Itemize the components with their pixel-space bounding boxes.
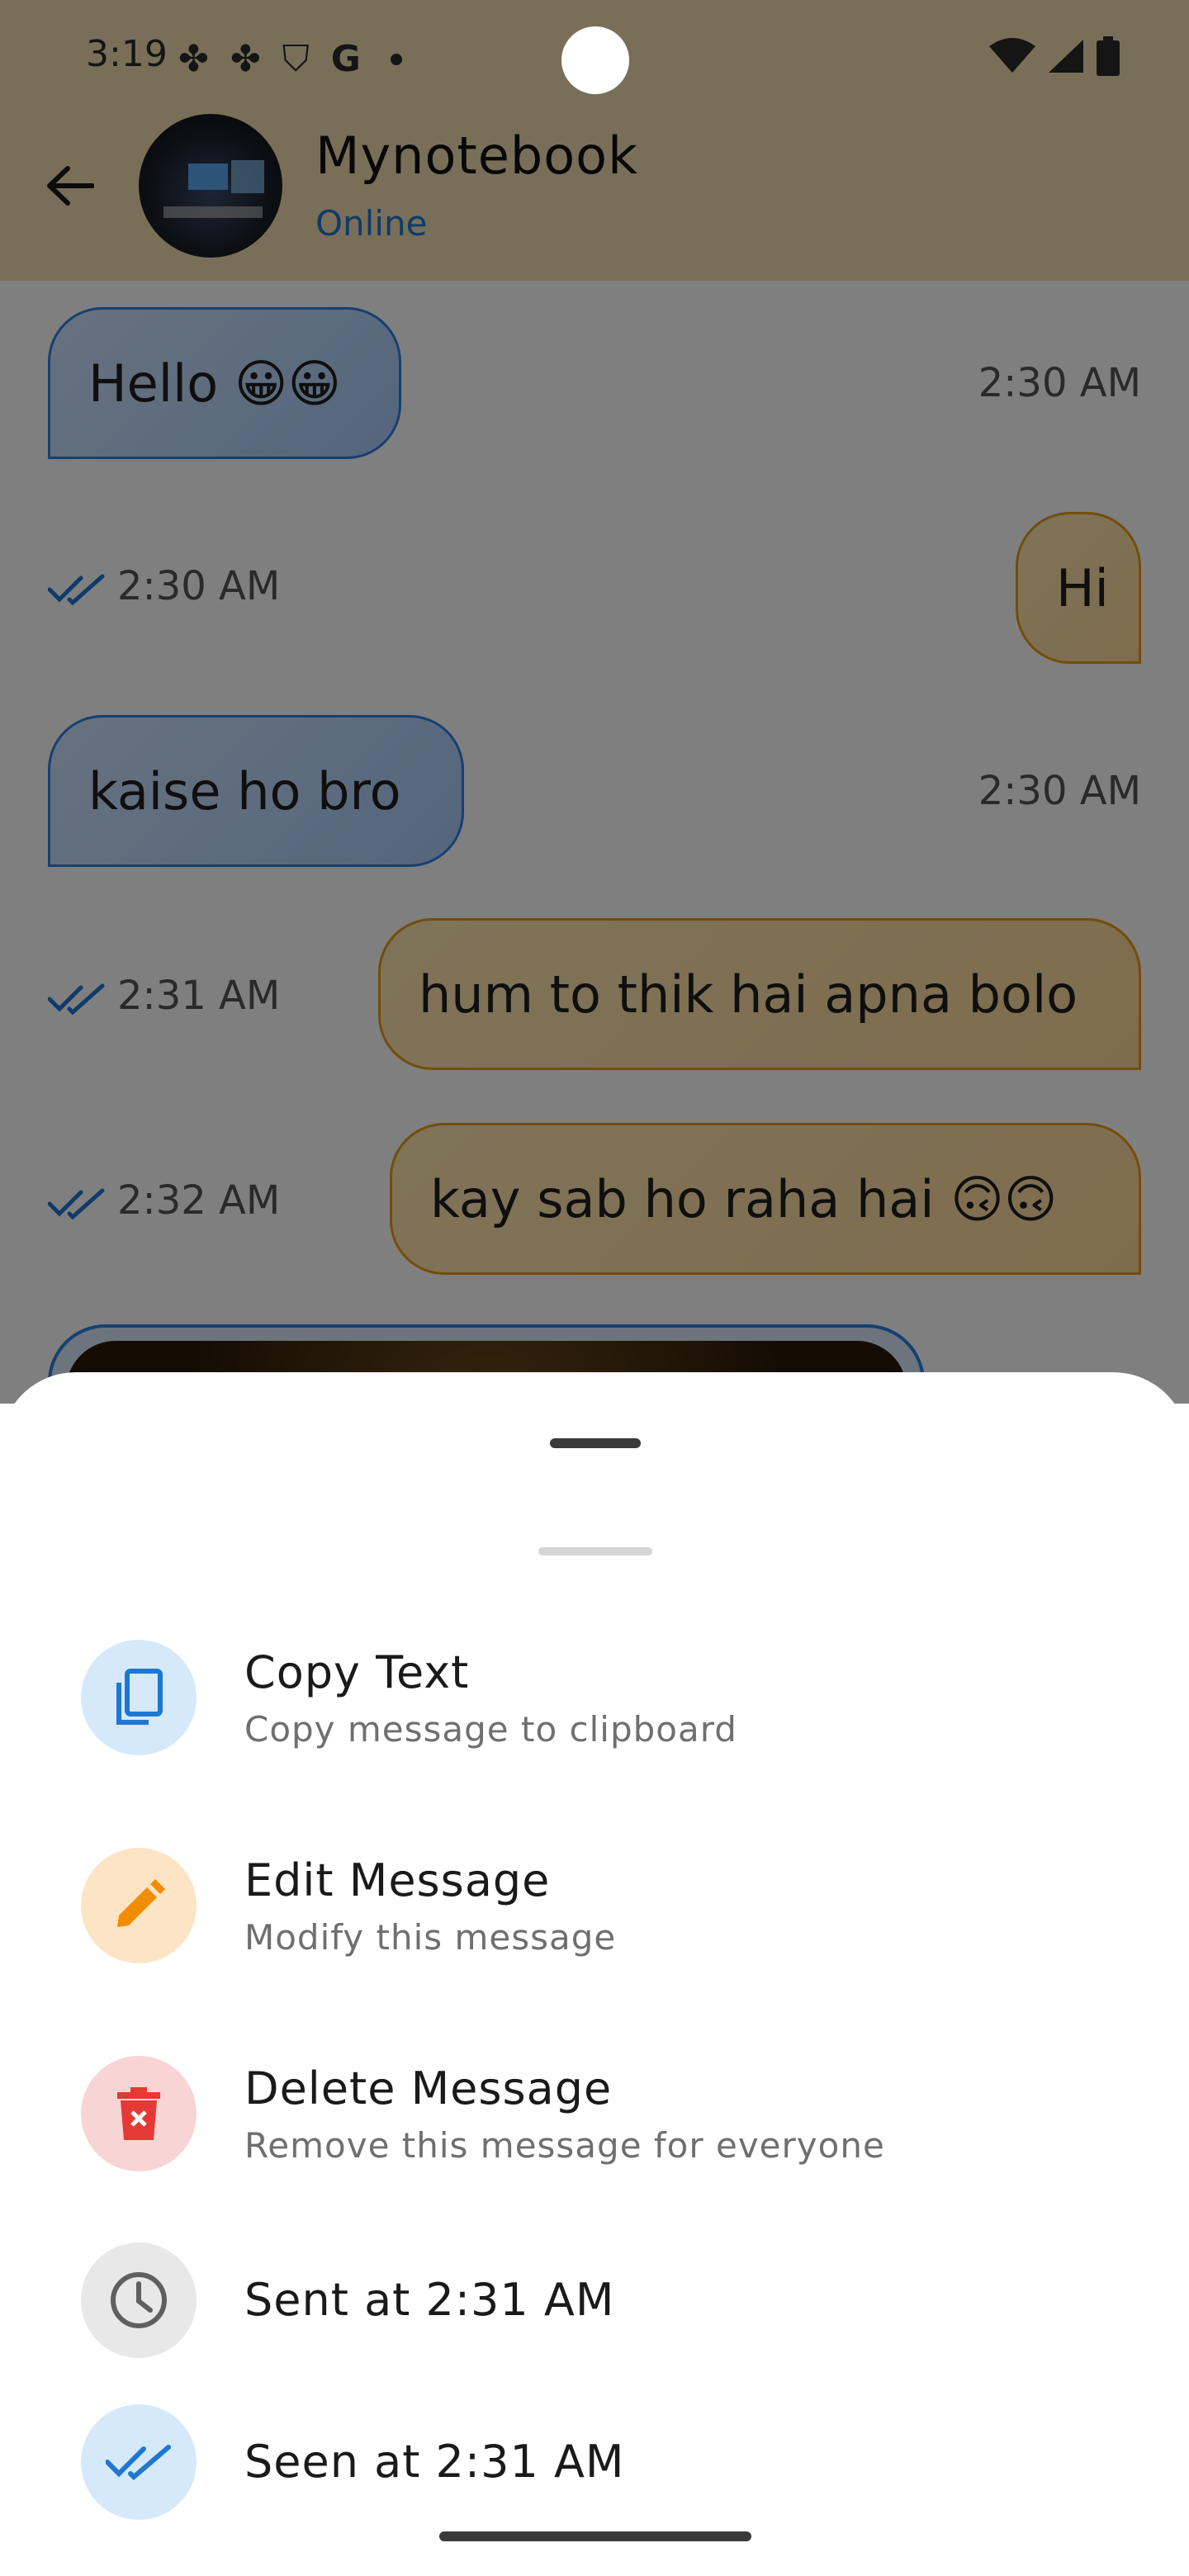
sent-info-row: Sent at 2:31 AM [0, 2242, 1189, 2408]
sheet-drag-handle[interactable] [550, 1438, 641, 1448]
pencil-icon [117, 1879, 165, 1927]
copy-text-title: Copy Text [244, 1646, 470, 1698]
delete-message-title: Delete Message [244, 2062, 613, 2114]
seen-info-row: Seen at 2:31 AM [0, 2404, 1189, 2569]
delete-icon-circle [81, 2056, 197, 2171]
copy-icon-circle [81, 1640, 197, 1755]
clock-icon-circle [81, 2242, 197, 2358]
clock-icon [111, 2272, 167, 2328]
sheet-inner-handle [538, 1547, 652, 1556]
seen-icon-circle [81, 2404, 197, 2520]
copy-icon [116, 1669, 163, 1725]
edit-message-subtitle: Modify this message [244, 1917, 617, 1958]
seen-time-label: Seen at 2:31 AM [244, 2436, 625, 2488]
delete-message-subtitle: Remove this message for everyone [244, 2125, 885, 2166]
edit-icon-circle [81, 1848, 197, 1963]
modal-scrim[interactable] [0, 0, 1189, 1404]
gesture-nav-handle[interactable] [439, 2531, 751, 2541]
delete-icon [117, 2087, 160, 2140]
double-check-icon [106, 2445, 171, 2480]
edit-message-option[interactable]: Edit Message Modify this message [0, 1826, 1189, 1991]
message-options-sheet: Copy Text Copy message to clipboard Edit… [0, 1372, 1189, 2576]
copy-text-subtitle: Copy message to clipboard [244, 1709, 737, 1750]
edit-message-title: Edit Message [244, 1854, 551, 1906]
sent-time-label: Sent at 2:31 AM [244, 2274, 615, 2326]
copy-text-option[interactable]: Copy Text Copy message to clipboard [0, 1618, 1189, 1783]
camera-cutout [561, 26, 629, 94]
delete-message-option[interactable]: Delete Message Remove this message for e… [0, 2034, 1189, 2200]
